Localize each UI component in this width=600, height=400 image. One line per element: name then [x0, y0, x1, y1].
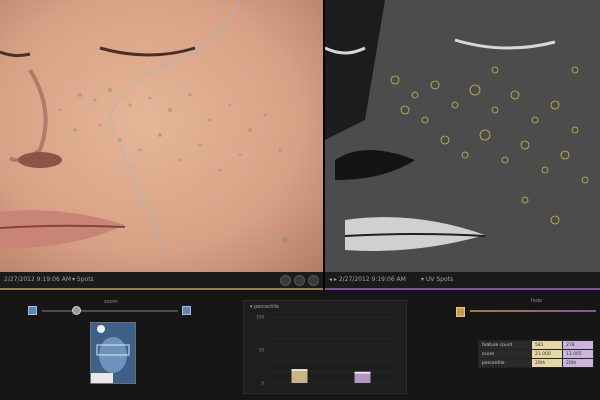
zoom-slider-knob[interactable] — [72, 306, 81, 315]
settings-icon[interactable] — [308, 275, 319, 286]
y-tick-label: 50 — [259, 348, 265, 353]
bar-cap — [354, 371, 371, 374]
zoom-slider[interactable] — [42, 310, 178, 312]
fade-slider[interactable] — [470, 310, 596, 312]
feature-name: feature count — [478, 340, 532, 350]
bar-cap — [291, 369, 308, 372]
value-right: 278 — [562, 340, 594, 350]
left-image-view[interactable] — [0, 0, 323, 272]
zoom-out-button[interactable] — [28, 306, 37, 315]
fade-label: fade — [531, 298, 543, 304]
face-photo-left — [0, 0, 323, 272]
left-mode-dropdown[interactable]: ▾ Spots — [72, 272, 94, 288]
fade-left-swatch[interactable] — [456, 307, 465, 317]
left-timestamp: 2/27/2012 9:19:06 AM — [4, 276, 71, 283]
right-status-bar: ◂ ▸ 2/27/2012 9:19:06 AM ▾ UV Spots — [325, 272, 600, 290]
face-thumbnail[interactable] — [90, 322, 136, 384]
bar[interactable] — [291, 371, 308, 383]
y-tick-label: 0 — [261, 381, 264, 386]
right-mode-dropdown[interactable]: ▾ UV Spots — [421, 272, 453, 288]
left-status-bar: 2/27/2012 9:19:06 AM ▾ Spots — [0, 272, 323, 290]
face-uv-analysis — [325, 0, 600, 272]
compare-icon[interactable] — [294, 275, 305, 286]
right-image-view[interactable] — [325, 0, 600, 272]
features-table: feature count 581 278 score 21.000 13.005 perc… — [478, 340, 594, 368]
percentile-chart: ▾ percentile 100 50 0 — [243, 300, 407, 394]
person-icon[interactable] — [280, 275, 291, 286]
value-left: 581 — [531, 340, 563, 350]
value-right: 13.005 — [562, 349, 594, 359]
feature-name: percentile — [478, 358, 532, 368]
bar[interactable] — [354, 373, 371, 383]
y-tick-label: 100 — [256, 315, 264, 320]
right-timestamp: ◂ ▸ 2/27/2012 9:19:06 AM — [329, 276, 406, 283]
percentile-chart-plot: 100 50 0 — [256, 315, 394, 386]
left-tools — [280, 275, 319, 286]
pane-divider[interactable] — [323, 0, 325, 290]
value-left: 21.000 — [531, 349, 563, 359]
table-row: score 21.000 13.005 — [478, 349, 594, 359]
zoom-label: zoom — [104, 299, 118, 305]
feature-name: score — [478, 349, 532, 359]
table-row: percentile 29th 20th — [478, 358, 594, 368]
value-left: 29th — [531, 358, 563, 368]
thumbnail-image — [91, 323, 135, 383]
value-right: 20th — [562, 358, 594, 368]
table-row: feature count 581 278 — [478, 340, 594, 350]
zoom-in-button[interactable] — [182, 306, 191, 315]
